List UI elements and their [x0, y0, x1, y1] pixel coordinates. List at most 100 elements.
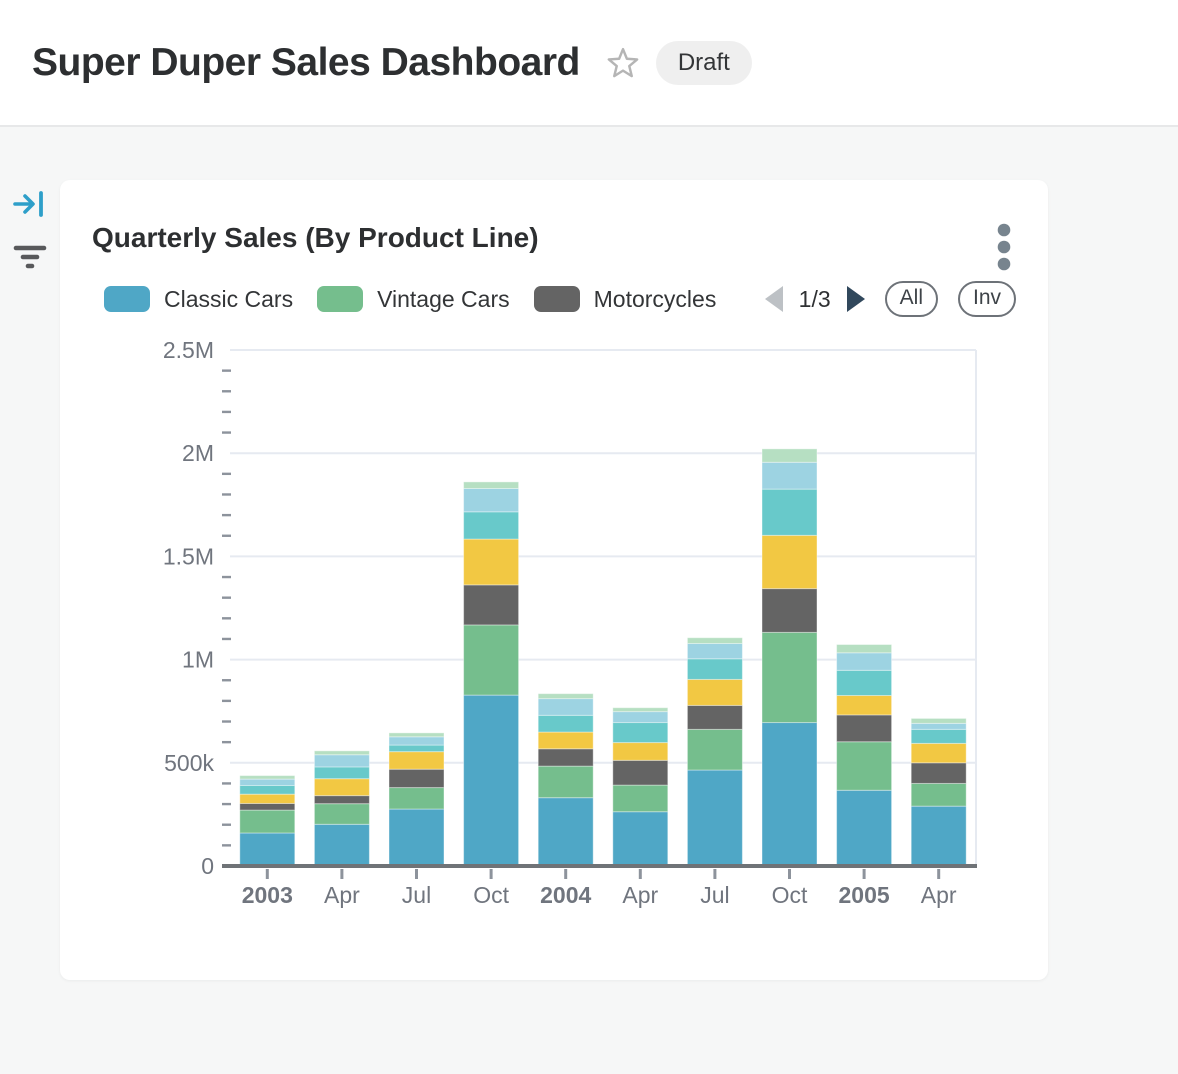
bar-segment-series7[interactable]	[762, 449, 817, 462]
bar-segment-classic-cars[interactable]	[762, 723, 817, 866]
bar-segment-series6[interactable]	[613, 712, 668, 723]
x-axis-category-label: 2003	[242, 882, 293, 908]
bar-segment-series4[interactable]	[389, 752, 444, 770]
bar-segment-classic-cars[interactable]	[389, 809, 444, 866]
bar-segment-series5[interactable]	[314, 767, 369, 779]
bar-segment-series5[interactable]	[911, 729, 966, 743]
bar-segment-classic-cars[interactable]	[687, 770, 742, 866]
card-title: Quarterly Sales (By Product Line)	[92, 222, 539, 254]
bar-segment-vintage-cars[interactable]	[687, 729, 742, 770]
card-menu-button[interactable]	[988, 220, 1020, 276]
bar-segment-vintage-cars[interactable]	[240, 810, 295, 833]
bar-segment-series5[interactable]	[613, 723, 668, 743]
x-axis-category-label: Apr	[324, 882, 360, 908]
bar-segment-motorcycles[interactable]	[613, 760, 668, 785]
bar-segment-series7[interactable]	[464, 482, 519, 489]
bar-segment-motorcycles[interactable]	[762, 589, 817, 633]
bar-segment-series5[interactable]	[389, 745, 444, 752]
bar-segment-motorcycles[interactable]	[240, 803, 295, 810]
bar-segment-series7[interactable]	[538, 694, 593, 699]
bar-segment-classic-cars[interactable]	[464, 695, 519, 866]
legend-item-motorcycles[interactable]: Motorcycles	[534, 286, 717, 313]
legend-next-page-button[interactable]	[847, 286, 865, 312]
legend-item-vintage-cars[interactable]: Vintage Cars	[317, 286, 510, 313]
bar-segment-series7[interactable]	[314, 751, 369, 755]
bar-segment-series5[interactable]	[240, 786, 295, 795]
bar-segment-series4[interactable]	[240, 794, 295, 803]
bar-segment-motorcycles[interactable]	[538, 749, 593, 766]
bar-segment-vintage-cars[interactable]	[314, 804, 369, 825]
legend-page-indicator: 1/3	[799, 286, 831, 313]
bar-segment-classic-cars[interactable]	[538, 798, 593, 866]
bar-segment-motorcycles[interactable]	[389, 769, 444, 787]
bar-segment-motorcycles[interactable]	[687, 705, 742, 729]
bar-segment-series7[interactable]	[911, 718, 966, 723]
arrow-to-bar-icon	[12, 190, 46, 218]
bar-segment-series4[interactable]	[314, 779, 369, 796]
bar-segment-vintage-cars[interactable]	[613, 785, 668, 812]
quarterly-sales-chart: 0500k1M1.5M2M2.5M2003AprJulOct2004AprJul…	[92, 330, 1016, 950]
bar-segment-series5[interactable]	[464, 512, 519, 539]
invert-selection-button[interactable]: Inv	[958, 281, 1016, 317]
bar-segment-classic-cars[interactable]	[314, 824, 369, 866]
bar-segment-series7[interactable]	[240, 776, 295, 780]
legend-swatch-motorcycles	[534, 286, 580, 312]
legend-label: Motorcycles	[594, 286, 717, 313]
x-axis-category-label: 2005	[839, 882, 890, 908]
bar-segment-series4[interactable]	[538, 732, 593, 749]
bar-segment-series7[interactable]	[389, 733, 444, 737]
bar-segment-series5[interactable]	[837, 670, 892, 695]
chart-card: Quarterly Sales (By Product Line) Classi…	[60, 180, 1048, 980]
filter-button[interactable]	[11, 242, 49, 275]
bar-segment-series4[interactable]	[762, 535, 817, 588]
select-all-button[interactable]: All	[885, 281, 938, 317]
bar-segment-vintage-cars[interactable]	[538, 766, 593, 798]
bar-segment-series7[interactable]	[687, 638, 742, 644]
bar-segment-motorcycles[interactable]	[837, 715, 892, 742]
bar-segment-series6[interactable]	[762, 462, 817, 489]
bar-segment-series6[interactable]	[837, 653, 892, 671]
bar-segment-series4[interactable]	[687, 679, 742, 705]
bar-segment-motorcycles[interactable]	[314, 796, 369, 804]
favorite-star-button[interactable]	[606, 46, 640, 80]
bar-segment-classic-cars[interactable]	[837, 790, 892, 866]
bar-segment-vintage-cars[interactable]	[762, 632, 817, 722]
legend-controls: 1/3 All Inv	[765, 281, 1016, 317]
bar-segment-series6[interactable]	[687, 644, 742, 659]
bar-segment-motorcycles[interactable]	[911, 763, 966, 784]
bar-segment-series5[interactable]	[538, 715, 593, 732]
expand-panel-button[interactable]	[12, 190, 46, 221]
bar-segment-series5[interactable]	[687, 659, 742, 680]
y-axis-tick-label: 0	[201, 853, 214, 879]
y-axis-tick-label: 2.5M	[163, 337, 214, 363]
bar-segment-series4[interactable]	[613, 743, 668, 761]
app-header: Super Duper Sales Dashboard Draft	[0, 0, 1178, 127]
bar-segment-series4[interactable]	[464, 539, 519, 585]
bar-segment-motorcycles[interactable]	[464, 585, 519, 625]
bar-segment-vintage-cars[interactable]	[911, 783, 966, 806]
bar-segment-classic-cars[interactable]	[613, 812, 668, 866]
bar-segment-series6[interactable]	[314, 755, 369, 767]
bar-segment-vintage-cars[interactable]	[389, 788, 444, 809]
bar-segment-vintage-cars[interactable]	[464, 625, 519, 695]
status-badge: Draft	[656, 41, 752, 85]
bar-segment-vintage-cars[interactable]	[837, 742, 892, 791]
bar-segment-series6[interactable]	[538, 699, 593, 716]
bar-segment-classic-cars[interactable]	[911, 806, 966, 866]
legend-prev-page-button[interactable]	[765, 286, 783, 312]
bar-segment-series4[interactable]	[911, 743, 966, 762]
bar-segment-series6[interactable]	[464, 488, 519, 511]
bar-segment-series6[interactable]	[240, 779, 295, 785]
legend-item-classic-cars[interactable]: Classic Cars	[104, 286, 293, 313]
x-axis-category-label: Jul	[402, 882, 431, 908]
bar-segment-series6[interactable]	[389, 737, 444, 745]
bar-segment-series7[interactable]	[613, 708, 668, 712]
star-icon	[606, 46, 640, 80]
bar-segment-series6[interactable]	[911, 723, 966, 729]
bar-segment-series4[interactable]	[837, 696, 892, 715]
bar-segment-series5[interactable]	[762, 489, 817, 535]
legend-row: Classic Cars Vintage Cars Motorcycles 1/…	[104, 280, 1016, 318]
bar-segment-series7[interactable]	[837, 645, 892, 653]
bar-segment-classic-cars[interactable]	[240, 833, 295, 866]
legend-swatch-vintage-cars	[317, 286, 363, 312]
